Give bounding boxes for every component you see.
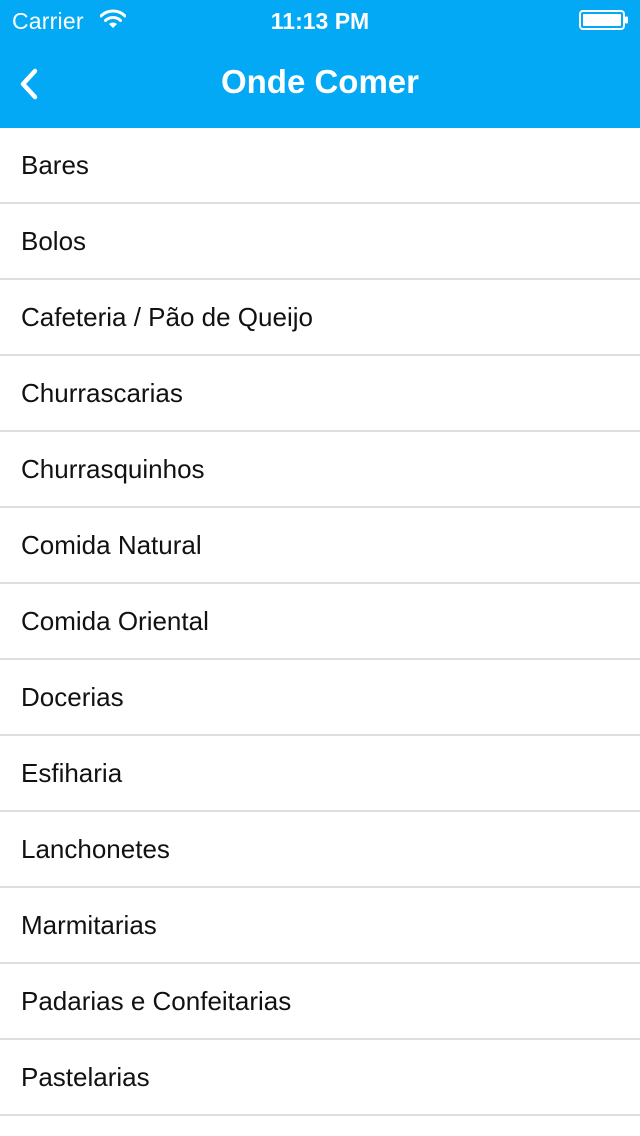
- list-item-bolos[interactable]: Bolos: [0, 204, 640, 280]
- list-item-marmitarias[interactable]: Marmitarias: [0, 888, 640, 964]
- list-item-label: Comida Natural: [21, 530, 202, 560]
- status-bar: Carrier 11:13 PM: [0, 0, 640, 40]
- list-item-label: Bares: [21, 150, 89, 180]
- app-header: Carrier 11:13 PM Onde Comer: [0, 0, 640, 128]
- list-item-lanchonetes[interactable]: Lanchonetes: [0, 812, 640, 888]
- list-item-label: Churrasquinhos: [21, 454, 205, 484]
- list-item-label: Marmitarias: [21, 910, 157, 940]
- list-item-churrascarias[interactable]: Churrascarias: [0, 356, 640, 432]
- list-item-label: Lanchonetes: [21, 834, 170, 864]
- list-item-label: Churrascarias: [21, 378, 183, 408]
- list-item-label: Cafeteria / Pão de Queijo: [21, 302, 313, 332]
- list-item-padarias-e-confeitarias[interactable]: Padarias e Confeitarias: [0, 964, 640, 1040]
- category-list: Bares Bolos Cafeteria / Pão de Queijo Ch…: [0, 128, 640, 1116]
- list-item-label: Pastelarias: [21, 1062, 150, 1092]
- screen: Carrier 11:13 PM Onde Comer Bares Bolos …: [0, 0, 640, 1136]
- list-item-docerias[interactable]: Docerias: [0, 660, 640, 736]
- list-item-comida-natural[interactable]: Comida Natural: [0, 508, 640, 584]
- list-item-label: Comida Oriental: [21, 606, 209, 636]
- list-item-cafeteria-pao-de-queijo[interactable]: Cafeteria / Pão de Queijo: [0, 280, 640, 356]
- list-item-bares[interactable]: Bares: [0, 128, 640, 204]
- list-item-comida-oriental[interactable]: Comida Oriental: [0, 584, 640, 660]
- list-item-pastelarias[interactable]: Pastelarias: [0, 1040, 640, 1116]
- page-title: Onde Comer: [220, 63, 420, 100]
- battery-icon: [579, 10, 628, 30]
- navigation-bar: Onde Comer: [0, 40, 640, 128]
- list-item-esfiharia[interactable]: Esfiharia: [0, 736, 640, 812]
- list-item-label: Docerias: [21, 682, 124, 712]
- list-item-label: Bolos: [21, 226, 87, 256]
- status-time: 11:13 PM: [270, 8, 370, 34]
- list-item-churrasquinhos[interactable]: Churrasquinhos: [0, 432, 640, 508]
- list-item-label: Padarias e Confeitarias: [21, 986, 292, 1016]
- list-item-label: Esfiharia: [21, 758, 123, 788]
